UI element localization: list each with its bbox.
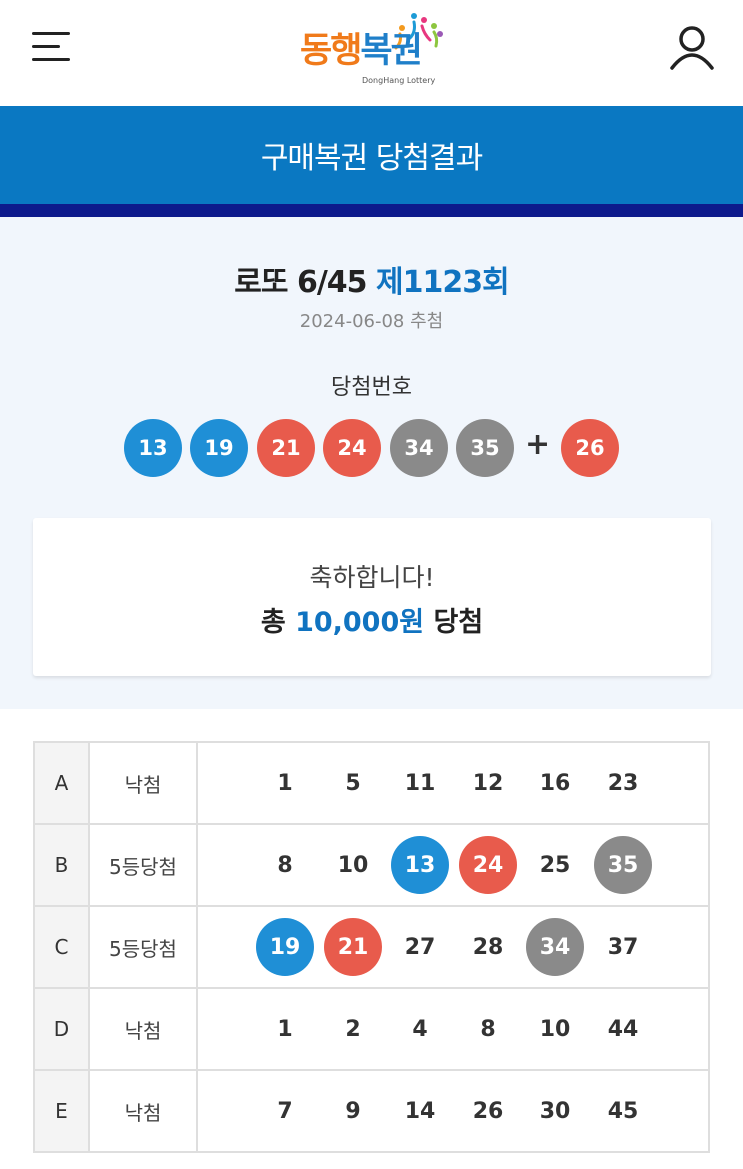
game-row: E 낙첨 7 9 14 26 30 45	[33, 1069, 710, 1153]
game-status: 낙첨	[88, 741, 198, 825]
game-numbers: 1 2 4 8 10 44	[196, 987, 710, 1071]
game-row: D 낙첨 1 2 4 8 10 44	[33, 987, 710, 1071]
game-status: 낙첨	[88, 1069, 198, 1153]
game-number: 10	[337, 852, 369, 878]
game-number: 9	[345, 1098, 361, 1124]
congrats-text: 축하합니다!	[309, 563, 435, 592]
page-title: 구매복권 당첨결과	[260, 141, 483, 176]
app-header: 동행복권 DongHang Lottery	[0, 0, 743, 106]
game-number: 25	[539, 852, 571, 878]
title-bar-underline	[0, 204, 743, 217]
game-number: 2	[345, 1016, 361, 1042]
game-label: E	[33, 1069, 90, 1153]
logo-text: 동행복권	[300, 31, 423, 71]
game-label: D	[33, 987, 90, 1071]
game-number: 8	[277, 852, 293, 878]
winning-number-ball: 35	[456, 419, 514, 477]
game-label: B	[33, 823, 90, 907]
matched-number-ball: 35	[594, 836, 652, 894]
game-label: C	[33, 905, 90, 989]
game-status: 5등당첨	[88, 823, 198, 907]
game-number: 16	[539, 770, 571, 796]
game-name: 로또 6/45	[234, 265, 367, 300]
draw-summary: 로또 6/45 제1123회 2024-06-08 추첨 당첨번호 + 13 19…	[0, 217, 743, 709]
winning-number-ball: 13	[124, 419, 182, 477]
title-bar: 구매복권 당첨결과	[0, 106, 743, 204]
logo-text-2: 복권	[360, 31, 422, 71]
game-numbers: 1 5 11 12 16 23	[196, 741, 710, 825]
game-number: 12	[472, 770, 504, 796]
game-number: 23	[607, 770, 639, 796]
game-number: 45	[607, 1098, 639, 1124]
game-number: 26	[472, 1098, 504, 1124]
winning-numbers-label: 당첨번호	[331, 375, 412, 400]
bonus-number-ball: 26	[561, 419, 619, 477]
game-label: A	[33, 741, 90, 825]
logo-subtitle: DongHang Lottery	[362, 76, 436, 85]
result-card: 축하합니다! 총 10,000원 당첨	[33, 518, 711, 676]
total-prize: 총 10,000원 당첨	[33, 600, 711, 639]
game-number: 37	[607, 934, 639, 960]
purchased-games-table: A 낙첨 1 5 11 12 16 23 B 5등당첨 8 10 13 24 25 35 C 5등당첨 19 21 27…	[33, 741, 710, 1153]
winning-number-ball: 21	[257, 419, 315, 477]
logo-text-1: 동행	[300, 31, 362, 71]
game-number: 1	[277, 1016, 293, 1042]
matched-number-ball: 34	[526, 918, 584, 976]
game-number: 27	[404, 934, 436, 960]
game-number: 8	[480, 1016, 496, 1042]
game-number: 44	[607, 1016, 639, 1042]
game-number: 30	[539, 1098, 571, 1124]
bonus-plus-sign: +	[525, 427, 551, 462]
total-amount: 10,000원	[295, 607, 425, 638]
matched-number-ball: 19	[256, 918, 314, 976]
matched-number-ball: 21	[324, 918, 382, 976]
round-number: 제1123회	[375, 265, 510, 300]
game-number: 7	[277, 1098, 293, 1124]
game-row: C 5등당첨 19 21 27 28 34 37	[33, 905, 710, 989]
game-numbers: 19 21 27 28 34 37	[196, 905, 710, 989]
winning-number-ball: 34	[390, 419, 448, 477]
game-status: 낙첨	[88, 987, 198, 1071]
total-suffix: 당첨	[433, 607, 484, 638]
total-prefix: 총	[260, 607, 286, 638]
user-profile-icon[interactable]	[668, 24, 716, 72]
game-number: 11	[404, 770, 436, 796]
game-number: 28	[472, 934, 504, 960]
draw-date: 2024-06-08 추첨	[299, 311, 444, 332]
hamburger-menu-icon[interactable]	[30, 28, 74, 68]
game-status: 5등당첨	[88, 905, 198, 989]
winning-number-ball: 19	[190, 419, 248, 477]
matched-number-ball: 13	[391, 836, 449, 894]
round-title: 로또 6/45 제1123회	[0, 257, 743, 301]
game-row: A 낙첨 1 5 11 12 16 23	[33, 741, 710, 825]
winning-number-ball: 24	[323, 419, 381, 477]
game-numbers: 8 10 13 24 25 35	[196, 823, 710, 907]
donghang-lottery-logo[interactable]: 동행복권 DongHang Lottery	[298, 8, 448, 88]
winning-numbers: + 13 19 21 24 34 35 26	[0, 419, 743, 477]
game-numbers: 7 9 14 26 30 45	[196, 1069, 710, 1153]
game-number: 1	[277, 770, 293, 796]
game-number: 14	[404, 1098, 436, 1124]
matched-number-ball: 24	[459, 836, 517, 894]
game-number: 4	[412, 1016, 428, 1042]
game-number: 10	[539, 1016, 571, 1042]
game-row: B 5등당첨 8 10 13 24 25 35	[33, 823, 710, 907]
game-number: 5	[345, 770, 361, 796]
